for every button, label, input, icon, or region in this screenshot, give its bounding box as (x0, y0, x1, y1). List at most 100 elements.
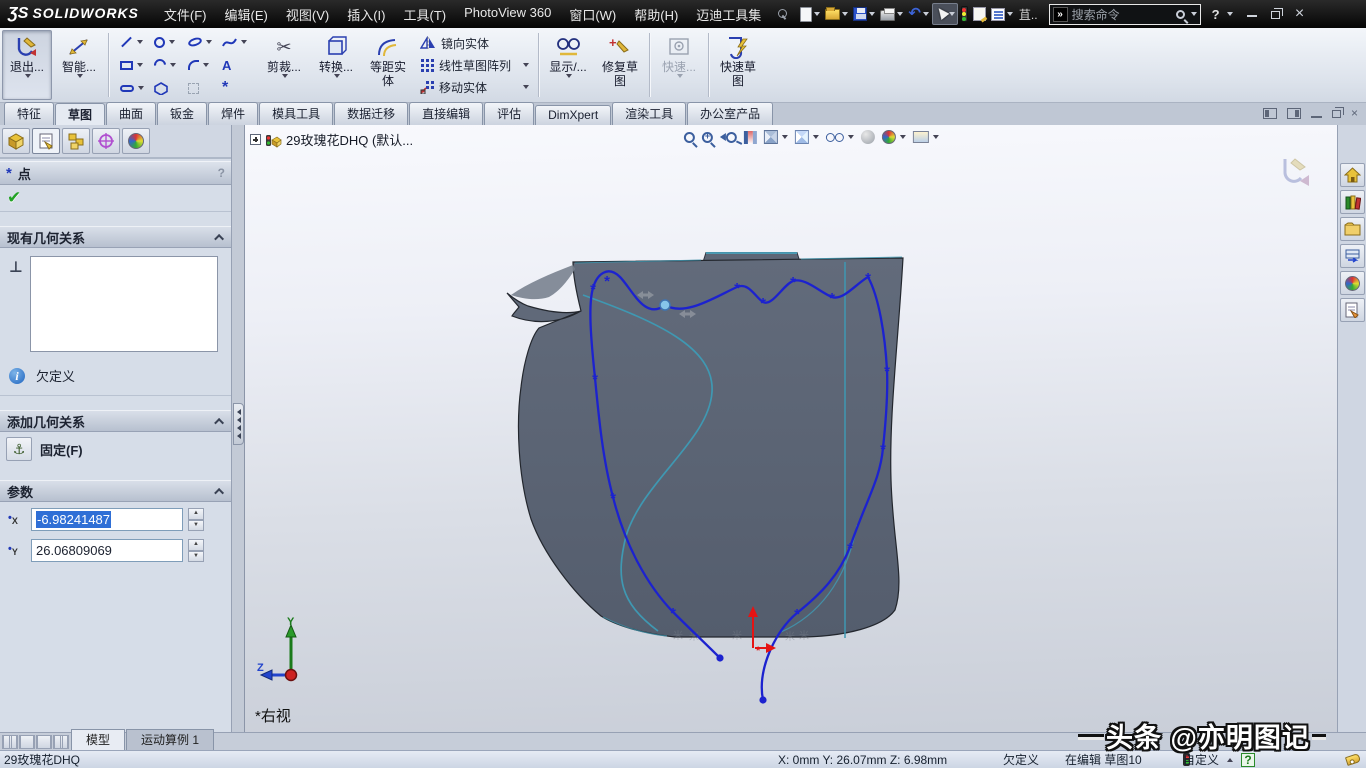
arc-tool[interactable] (151, 54, 185, 77)
point-tool[interactable]: * (219, 77, 253, 100)
apply-scene-button[interactable] (882, 130, 906, 144)
trim-entities-button[interactable]: ✂ 剪裁... (259, 30, 309, 100)
menu-item[interactable]: 帮助(H) (625, 0, 687, 29)
pin-icon[interactable] (776, 8, 788, 20)
x-spinner-up[interactable]: ▲ (188, 508, 204, 520)
display-manager-tab[interactable] (122, 128, 150, 154)
configuration-manager-tab[interactable] (62, 128, 90, 154)
restore-button[interactable] (1265, 7, 1287, 22)
first-tab-button[interactable] (2, 735, 18, 749)
previous-view-button[interactable] (720, 132, 737, 143)
home-tab-button[interactable] (1340, 163, 1365, 187)
line-tool[interactable] (117, 31, 151, 54)
print-button[interactable] (878, 3, 905, 25)
exit-sketch-corner-button[interactable] (1279, 155, 1321, 193)
expand-tree-icon[interactable] (250, 134, 261, 145)
options-button[interactable] (989, 3, 1015, 25)
spline-tool[interactable] (219, 31, 253, 54)
view-palette-button[interactable] (1340, 244, 1365, 268)
mirror-entities-button[interactable]: 镜向实体 (417, 33, 532, 54)
rapid-sketch-button[interactable]: 快速草图 (713, 30, 763, 100)
fix-relation-row[interactable]: ⚓ 固定(F) (0, 432, 231, 466)
fix-anchor-button[interactable]: ⚓ (6, 437, 32, 461)
hide-show-items-button[interactable] (826, 132, 854, 142)
menu-item[interactable]: 迈迪工具集 (687, 0, 770, 29)
sketch-canvas[interactable]: 米米米米米 *** ** *** ** **** (245, 125, 1337, 732)
zoom-area-button[interactable] (702, 132, 713, 143)
x-spinner-down[interactable]: ▼ (188, 520, 204, 532)
menu-item[interactable]: 视图(V) (277, 0, 338, 29)
menu-item[interactable]: 文件(F) (155, 0, 216, 29)
open-file-button[interactable] (823, 3, 850, 25)
ribbon-tab[interactable]: 模具工具 (259, 102, 333, 125)
help-button[interactable]: ? (1209, 7, 1223, 22)
edit-appearance-button[interactable] (861, 130, 875, 144)
property-manager-tab[interactable] (32, 128, 60, 154)
rebuild-button[interactable] (959, 3, 970, 25)
appearances-button[interactable] (1340, 271, 1365, 295)
menu-item[interactable]: 编辑(E) (216, 0, 277, 29)
ribbon-tab[interactable]: 钣金 (157, 102, 207, 125)
doc-minimize-button[interactable] (1311, 109, 1322, 118)
panel-splitter[interactable] (232, 125, 245, 732)
truncated-toolbar-item[interactable]: 苴.. (1016, 6, 1041, 23)
select-region-tool[interactable] (185, 77, 219, 100)
ellipse-tool[interactable] (185, 31, 219, 54)
search-magnifier-icon[interactable] (1176, 10, 1185, 19)
display-style-button[interactable] (795, 130, 819, 144)
menu-item[interactable]: 插入(I) (338, 0, 394, 29)
parameters-section[interactable]: 参数 (0, 480, 231, 502)
view-settings-button[interactable] (913, 131, 939, 143)
ribbon-tab[interactable]: 渲染工具 (612, 102, 686, 125)
feature-manager-tab[interactable] (2, 128, 30, 154)
doc-restore-button[interactable] (1332, 108, 1341, 118)
tag-icon[interactable] (1345, 753, 1361, 766)
new-file-button[interactable] (798, 3, 822, 25)
offset-entities-button[interactable]: 等距实体 (363, 30, 413, 100)
dimxpert-manager-tab[interactable] (92, 128, 120, 154)
splitter-grip[interactable] (233, 403, 244, 445)
next-tab-button[interactable] (36, 735, 52, 749)
add-relations-section[interactable]: 添加几何关系 (0, 410, 231, 432)
close-button[interactable]: × (1289, 5, 1311, 23)
select-button[interactable] (932, 3, 958, 25)
document-tree-label[interactable]: 29玫瑰花DHQ (默认... (286, 130, 413, 149)
doc-close-button[interactable]: × (1351, 106, 1358, 120)
convert-entities-button[interactable]: 转换... (311, 30, 361, 100)
ribbon-tab[interactable]: 办公室产品 (687, 102, 773, 125)
feature-tree-root[interactable]: 29玫瑰花DHQ (默认... (250, 130, 413, 149)
file-explorer-button[interactable] (1340, 217, 1365, 241)
slot-tool[interactable] (117, 77, 151, 100)
ribbon-tab[interactable]: 数据迁移 (334, 102, 408, 125)
menu-item[interactable]: PhotoView 360 (455, 0, 560, 29)
ribbon-tab[interactable]: 特征 (4, 102, 54, 125)
existing-relations-section[interactable]: 现有几何关系 (0, 226, 231, 248)
bottom-tab[interactable]: 模型 (71, 729, 125, 750)
pm-help-icon[interactable]: ? (218, 166, 225, 180)
circle-tool[interactable] (151, 31, 185, 54)
graphics-area[interactable]: 米米米米米 *** ** *** ** **** (245, 125, 1337, 732)
file-properties-button[interactable] (971, 3, 988, 25)
y-spinner-down[interactable]: ▼ (188, 551, 204, 563)
last-tab-button[interactable] (53, 735, 69, 749)
ribbon-tab[interactable]: 直接编辑 (409, 102, 483, 125)
view-orientation-button[interactable] (764, 130, 788, 144)
menu-item[interactable]: 窗口(W) (560, 0, 625, 29)
polygon-tool[interactable] (151, 77, 185, 100)
command-search[interactable]: » 搜索命令 (1049, 4, 1201, 25)
ok-check-button[interactable]: ✔ (7, 188, 21, 208)
minimize-button[interactable] (1241, 7, 1263, 22)
bottom-tab[interactable]: 运动算例 1 (126, 729, 214, 750)
sketch-text-tool[interactable]: A (219, 54, 253, 77)
spline-endpoint[interactable] (759, 696, 766, 703)
smart-dimension-button[interactable]: 智能... (54, 30, 104, 100)
y-parameter-input[interactable]: 26.06809069 (31, 539, 183, 562)
units-caret-icon[interactable] (1227, 758, 1233, 762)
quick-snaps-button[interactable]: 快速... (654, 30, 704, 100)
x-parameter-input[interactable]: -6.98241487 (31, 508, 183, 531)
display-delete-relations-button[interactable]: 显示/... (543, 30, 593, 100)
section-view-button[interactable] (744, 131, 757, 144)
ribbon-tab[interactable]: 评估 (484, 102, 534, 125)
spline-endpoint[interactable] (716, 654, 723, 661)
zoom-fit-button[interactable] (684, 132, 695, 143)
